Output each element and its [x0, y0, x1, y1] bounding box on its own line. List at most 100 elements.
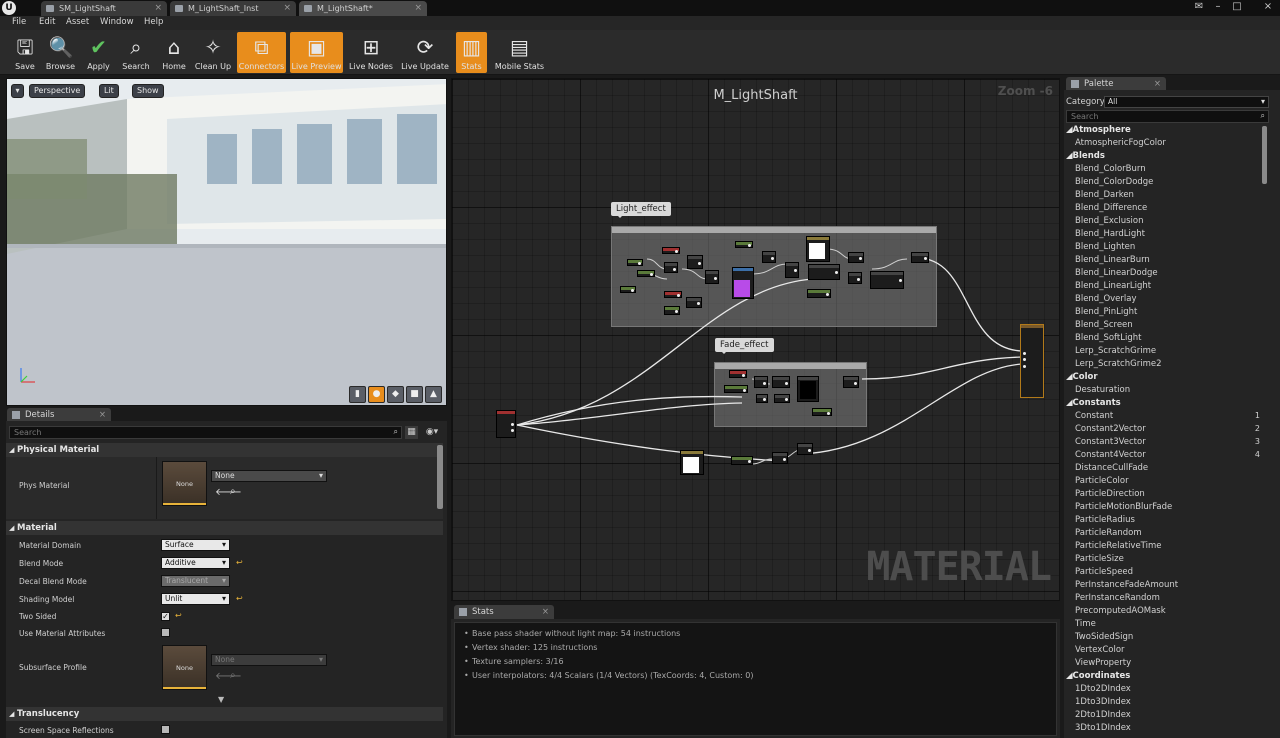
- palette-search-input[interactable]: Search ⌕: [1066, 110, 1269, 123]
- subsurface-profile-thumbnail[interactable]: None: [162, 645, 207, 690]
- graph-node[interactable]: [812, 408, 832, 416]
- translucency-header[interactable]: ◢ Translucency: [6, 707, 443, 721]
- graph-node[interactable]: [762, 251, 776, 263]
- minimize-icon[interactable]: –: [1212, 1, 1224, 13]
- details-search-input[interactable]: Search ⌕: [9, 426, 402, 439]
- palette-item[interactable]: ParticleRadius: [1075, 515, 1135, 525]
- palette-item[interactable]: Blend_PinLight: [1075, 307, 1137, 317]
- phys-material-thumbnail[interactable]: None: [162, 461, 207, 506]
- reset-to-default-icon[interactable]: ↩: [236, 558, 243, 567]
- palette-item[interactable]: Blend_SoftLight: [1075, 333, 1141, 343]
- graph-node-input[interactable]: [496, 410, 516, 438]
- menu-file[interactable]: File: [12, 17, 26, 27]
- palette-item[interactable]: TwoSidedSign: [1075, 632, 1133, 642]
- palette-item[interactable]: PerInstanceFadeAmount: [1075, 580, 1178, 590]
- tab-palette[interactable]: Palette ×: [1066, 77, 1166, 91]
- palette-item[interactable]: Blend_HardLight: [1075, 229, 1145, 239]
- palette-item[interactable]: ParticleSize: [1075, 554, 1124, 564]
- details-scrollbar[interactable]: [437, 445, 443, 509]
- graph-node[interactable]: [807, 289, 831, 298]
- graph-node-texture[interactable]: [797, 376, 819, 402]
- graph-node-texture[interactable]: [732, 267, 754, 299]
- perspective-button[interactable]: Perspective: [29, 84, 86, 98]
- palette-item[interactable]: Blend_LinearDodge: [1075, 268, 1158, 278]
- material-header[interactable]: ◢ Material: [6, 521, 443, 535]
- sphere-preview-icon[interactable]: ●: [368, 386, 385, 403]
- graph-node[interactable]: [785, 262, 799, 278]
- close-window-icon[interactable]: ×: [1262, 1, 1274, 13]
- graph-node[interactable]: [808, 264, 840, 280]
- live-nodes-button[interactable]: ⊞ Live Nodes: [348, 32, 394, 73]
- palette-item[interactable]: ParticleColor: [1075, 476, 1129, 486]
- palette-item[interactable]: 2Dto1DIndex: [1075, 710, 1131, 720]
- expand-advanced-icon[interactable]: ▼: [218, 695, 224, 704]
- two-sided-checkbox[interactable]: ✓: [161, 612, 170, 621]
- close-icon[interactable]: ×: [542, 605, 549, 619]
- graph-node[interactable]: [620, 286, 636, 293]
- palette-item[interactable]: VertexColor: [1075, 645, 1125, 655]
- close-icon[interactable]: ×: [414, 1, 422, 16]
- close-icon[interactable]: ×: [283, 1, 291, 16]
- palette-item[interactable]: ParticleSpeed: [1075, 567, 1133, 577]
- tab-sm-lightshaft[interactable]: SM_LightShaft ×: [41, 1, 167, 16]
- graph-node[interactable]: [686, 297, 702, 308]
- graph-node[interactable]: [664, 306, 680, 315]
- use-selected-arrow-icon[interactable]: 🡐: [215, 486, 242, 498]
- show-button[interactable]: Show: [132, 84, 164, 98]
- graph-node[interactable]: [848, 252, 864, 263]
- material-domain-dropdown[interactable]: Surface: [161, 539, 230, 551]
- menu-window[interactable]: Window: [100, 17, 134, 27]
- maximize-icon[interactable]: □: [1231, 1, 1243, 13]
- palette-item[interactable]: Blend_Screen: [1075, 320, 1133, 330]
- live-preview-button[interactable]: ▣ Live Preview: [290, 32, 343, 73]
- reset-to-default-icon[interactable]: ↩: [175, 611, 182, 620]
- graph-node[interactable]: [664, 262, 678, 273]
- notification-icon[interactable]: ✉: [1193, 1, 1205, 13]
- graph-node[interactable]: [756, 394, 768, 403]
- palette-item[interactable]: Constant3Vector: [1075, 437, 1146, 447]
- blend-mode-dropdown[interactable]: Additive: [161, 557, 230, 569]
- palette-item[interactable]: DistanceCullFade: [1075, 463, 1148, 473]
- palette-item[interactable]: PerInstanceRandom: [1075, 593, 1160, 603]
- palette-item[interactable]: Lerp_ScratchGrime2: [1075, 359, 1161, 369]
- lit-button[interactable]: Lit: [99, 84, 119, 98]
- palette-item[interactable]: Desaturation: [1075, 385, 1130, 395]
- browse-button[interactable]: 🔍 Browse: [44, 32, 77, 73]
- clean-up-button[interactable]: ✧ Clean Up: [193, 32, 233, 73]
- palette-item[interactable]: Constant4Vector: [1075, 450, 1146, 460]
- graph-node[interactable]: [662, 247, 680, 254]
- graph-node[interactable]: [705, 270, 719, 284]
- graph-node[interactable]: [664, 291, 682, 298]
- tab-m-lightshaft-inst[interactable]: M_LightShaft_Inst ×: [170, 1, 296, 16]
- search-button[interactable]: ⌕ Search: [118, 32, 154, 73]
- graph-node[interactable]: [870, 271, 904, 289]
- graph-node[interactable]: [729, 370, 747, 378]
- graph-node-color[interactable]: [680, 450, 704, 475]
- palette-scrollbar[interactable]: [1262, 126, 1267, 184]
- palette-item[interactable]: Lerp_ScratchGrime: [1075, 346, 1156, 356]
- plane-preview-icon[interactable]: ◆: [387, 386, 404, 403]
- graph-node[interactable]: [772, 376, 790, 388]
- browse-search-icon[interactable]: ⌕: [230, 486, 236, 497]
- palette-item[interactable]: Blend_LinearBurn: [1075, 255, 1150, 265]
- palette-item[interactable]: 1Dto3DIndex: [1075, 697, 1131, 707]
- close-icon[interactable]: ×: [1154, 77, 1161, 91]
- graph-node[interactable]: [724, 385, 748, 393]
- close-icon[interactable]: ×: [154, 1, 162, 16]
- tab-details[interactable]: Details ×: [7, 408, 111, 422]
- live-update-button[interactable]: ⟳ Live Update: [400, 32, 450, 73]
- menu-edit[interactable]: Edit: [39, 17, 55, 27]
- palette-item[interactable]: Blend_Difference: [1075, 203, 1147, 213]
- phys-material-dropdown[interactable]: None: [211, 470, 327, 482]
- graph-node[interactable]: [754, 376, 768, 388]
- graph-node[interactable]: [627, 259, 643, 266]
- mesh-preview-icon[interactable]: ▲: [425, 386, 442, 403]
- preview-viewport[interactable]: ▾ Perspective Lit Show ▮ ● ◆ ■ ▲: [6, 78, 447, 406]
- palette-item[interactable]: PrecomputedAOMask: [1075, 606, 1166, 616]
- graph-node[interactable]: [774, 394, 790, 403]
- use-selected-arrow-icon[interactable]: 🡐: [215, 670, 242, 682]
- save-button[interactable]: 🖫 Save: [9, 32, 41, 73]
- palette-item[interactable]: ViewProperty: [1075, 658, 1131, 668]
- connectors-button[interactable]: ⧉ Connectors: [237, 32, 286, 73]
- graph-node[interactable]: [731, 456, 753, 465]
